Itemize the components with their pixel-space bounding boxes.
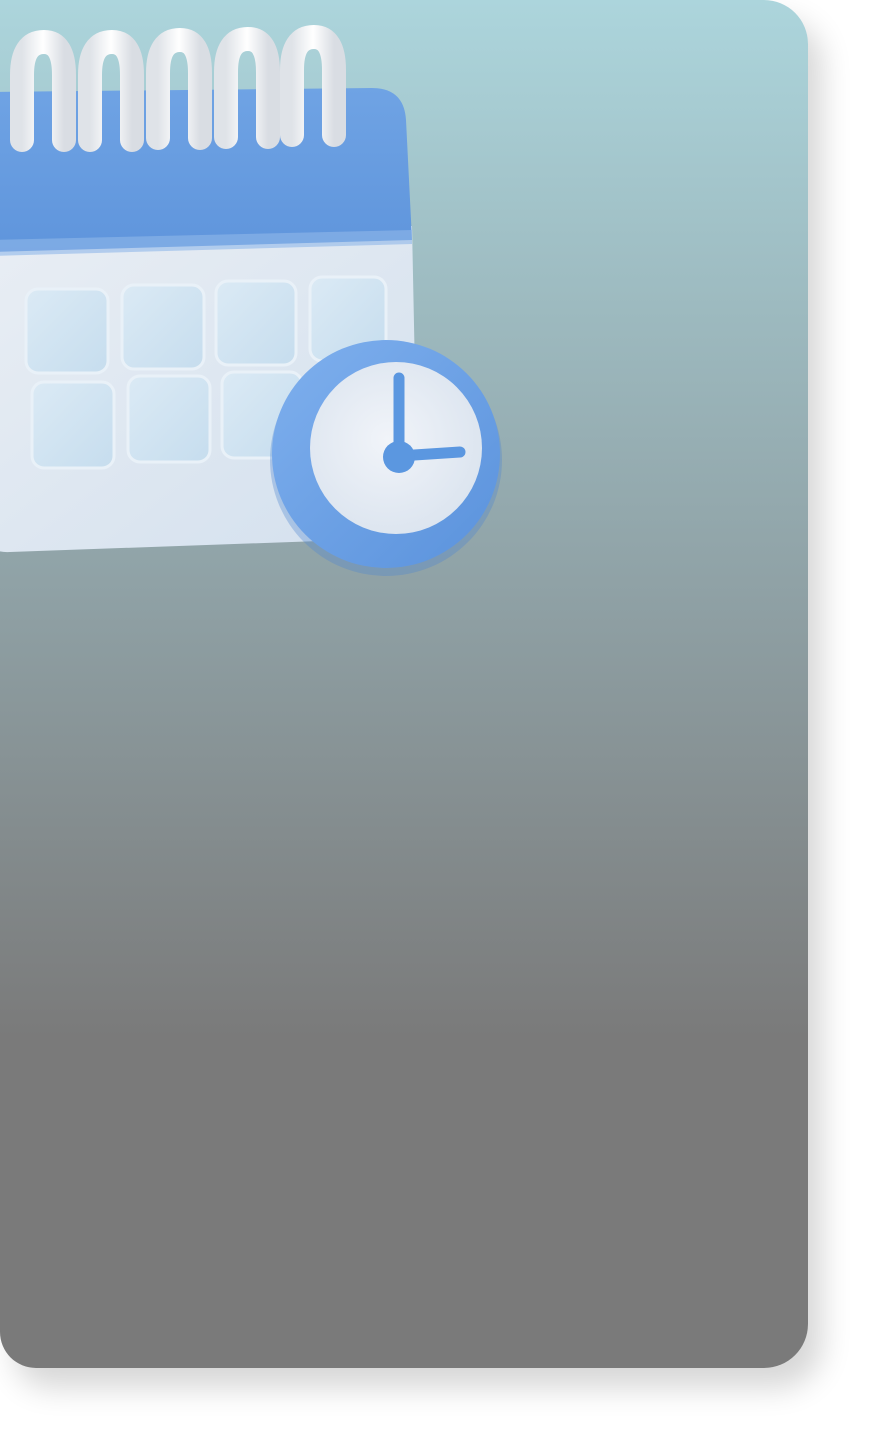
calendar-cell: [120, 283, 206, 371]
calendar-cell: [126, 374, 212, 464]
page: [0, 0, 872, 1432]
hero-card: [0, 0, 808, 1368]
calendar-clock-illustration: [0, 0, 520, 600]
clock-icon: [270, 340, 502, 576]
calendar-cell: [24, 287, 110, 375]
calendar-cell: [30, 380, 116, 470]
calendar-cell: [214, 279, 298, 367]
